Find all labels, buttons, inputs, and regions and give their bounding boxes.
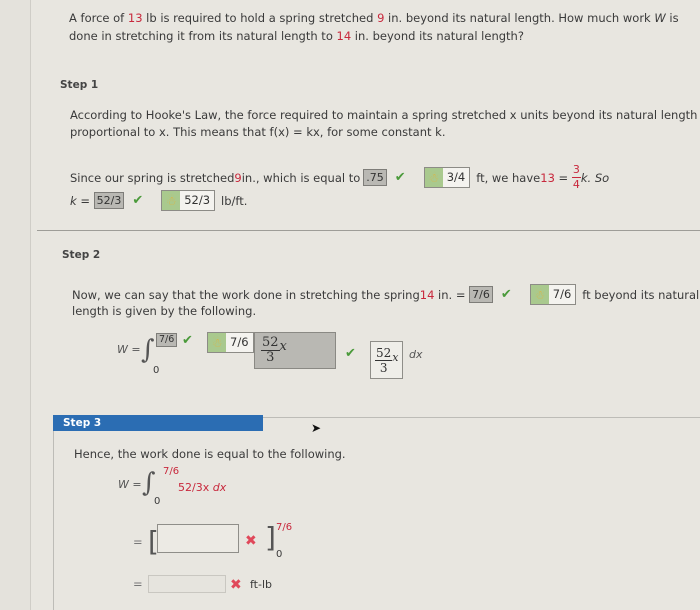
question-text: is xyxy=(665,11,679,25)
lower-limit: 0 xyxy=(153,365,160,376)
key-icon: ☃ xyxy=(530,285,549,304)
fraction-numerator: 52 xyxy=(261,335,280,351)
equals-sign: = xyxy=(133,577,143,591)
check-icon: ✔ xyxy=(182,333,193,348)
k-unit: lb/ft. xyxy=(221,193,248,208)
integrand-value: 52/3x xyxy=(178,481,210,494)
check-icon: ✔ xyxy=(132,193,144,208)
question-text: done in stretching it from its natural l… xyxy=(69,29,337,43)
step1-label: Step 1 xyxy=(60,79,99,91)
fraction-denominator: 4 xyxy=(572,178,580,191)
antiderivative-input[interactable] xyxy=(157,524,239,553)
hooke-line-1: According to Hooke's Law, the force requ… xyxy=(70,108,700,122)
question-text: lb is required to hold a spring stretche… xyxy=(142,11,378,25)
answer-box-ft[interactable]: .75 xyxy=(363,169,387,186)
k-label: k = xyxy=(70,193,94,208)
step1-k-line: k = 52/3 ✔ ☃ 52/3 lb/ft. xyxy=(70,190,247,211)
step2-text: in. = xyxy=(434,287,470,302)
key-icon: ☃ xyxy=(208,333,226,352)
key-answer-upper-limit[interactable]: ☃ 7/6 xyxy=(207,332,254,353)
key-answer-step2-ft[interactable]: ☃ 7/6 xyxy=(529,284,577,305)
dx-label: dx xyxy=(212,481,227,494)
step2-label: Step 2 xyxy=(62,249,101,261)
force-value: 13 xyxy=(127,11,143,25)
key-answer-value: 3/4 xyxy=(446,170,466,184)
step2-text: ft beyond its natural xyxy=(582,287,700,302)
final-answer-input[interactable] xyxy=(148,575,226,593)
fraction-denominator: 3 xyxy=(379,360,388,375)
answer-box-k[interactable]: 52/3 xyxy=(93,192,125,209)
w-label: W = xyxy=(117,343,141,356)
step-divider xyxy=(37,230,700,231)
upper-limit: 7/6 xyxy=(163,466,180,477)
lower-limit: 0 xyxy=(154,496,161,507)
key-answer-ft[interactable]: ☃ 3/4 xyxy=(423,167,471,188)
answer-box-integrand[interactable]: 52 3 x xyxy=(254,332,336,369)
step2-line-2: length is given by the following. xyxy=(72,304,257,318)
integrand-variable: x xyxy=(279,339,287,354)
key-answer-value: 7/6 xyxy=(552,287,572,301)
hooke-line-2: proportional to x. This means that f(x) … xyxy=(70,125,446,139)
step3-header: Step 3 xyxy=(53,415,263,431)
right-bracket: ] xyxy=(265,521,276,554)
eval-upper-limit: 7/6 xyxy=(276,522,293,533)
step3-line-1: Hence, the work done is equal to the fol… xyxy=(74,447,346,461)
answer-box-step2-ft[interactable]: 7/6 xyxy=(469,286,493,303)
unit-label: ft-lb xyxy=(250,578,272,591)
question-line-1: A force of 13 lb is required to hold a s… xyxy=(69,11,679,25)
target-value: 14 xyxy=(336,29,352,43)
fourteen-value: 14 xyxy=(419,287,435,302)
question-text: A force of xyxy=(69,11,128,25)
integrand-variable: x xyxy=(392,350,399,364)
integral-sign: ∫ xyxy=(141,335,155,365)
question-line-2: done in stretching it from its natural l… xyxy=(69,29,524,43)
dx-label: dx xyxy=(409,348,423,361)
since-text: in., which is equal to xyxy=(241,170,361,185)
step2-text: Now, we can say that the work done in st… xyxy=(72,287,420,302)
key-icon: ☃ xyxy=(424,168,443,187)
force-value: 13 xyxy=(540,170,555,185)
equals-sign: = xyxy=(133,535,143,549)
equals-sign: = xyxy=(554,170,572,185)
cross-icon: ✖ xyxy=(230,577,242,593)
answer-box-upper-limit[interactable]: 7/6 xyxy=(156,333,178,347)
integrand-fraction: 52 3 xyxy=(375,345,393,375)
nine-value: 9 xyxy=(234,170,242,185)
eval-lower-limit: 0 xyxy=(276,549,283,560)
cross-icon: ✖ xyxy=(245,533,257,549)
since-text: ft, we have xyxy=(476,170,541,185)
integral-sign: ∫ xyxy=(142,468,156,498)
fraction-numerator: 52 xyxy=(375,345,393,361)
key-answer-value: 7/6 xyxy=(230,335,249,349)
w-label: W = xyxy=(118,478,142,491)
fraction-three-fourths: 3 4 xyxy=(571,163,581,192)
step2-line-1: Now, we can say that the work done in st… xyxy=(72,284,699,305)
step1-since-line: Since our spring is stretched 9 in., whi… xyxy=(70,163,609,192)
integrand-fraction: 52 3 xyxy=(261,336,280,365)
mouse-cursor-icon: ➤ xyxy=(311,421,322,435)
check-icon: ✔ xyxy=(500,287,512,302)
check-icon: ✔ xyxy=(394,170,406,185)
key-answer-value: 52/3 xyxy=(184,193,211,207)
key-answer-integrand[interactable]: 52 3 x xyxy=(370,341,403,379)
since-text: k. So xyxy=(580,170,610,185)
question-text: in. beyond its natural length. How much … xyxy=(384,11,655,25)
question-text: in. beyond its natural length? xyxy=(351,29,524,43)
fraction-numerator: 3 xyxy=(571,163,581,178)
work-variable: W xyxy=(654,11,666,25)
step3-left-border xyxy=(53,431,54,610)
check-icon: ✔ xyxy=(345,346,356,361)
key-answer-k[interactable]: ☃ 52/3 xyxy=(161,190,216,211)
integrand-text: 52/3x dx xyxy=(178,481,226,494)
since-text: Since our spring is stretched xyxy=(70,170,235,185)
fraction-denominator: 3 xyxy=(266,350,275,365)
key-icon: ☃ xyxy=(162,191,181,210)
